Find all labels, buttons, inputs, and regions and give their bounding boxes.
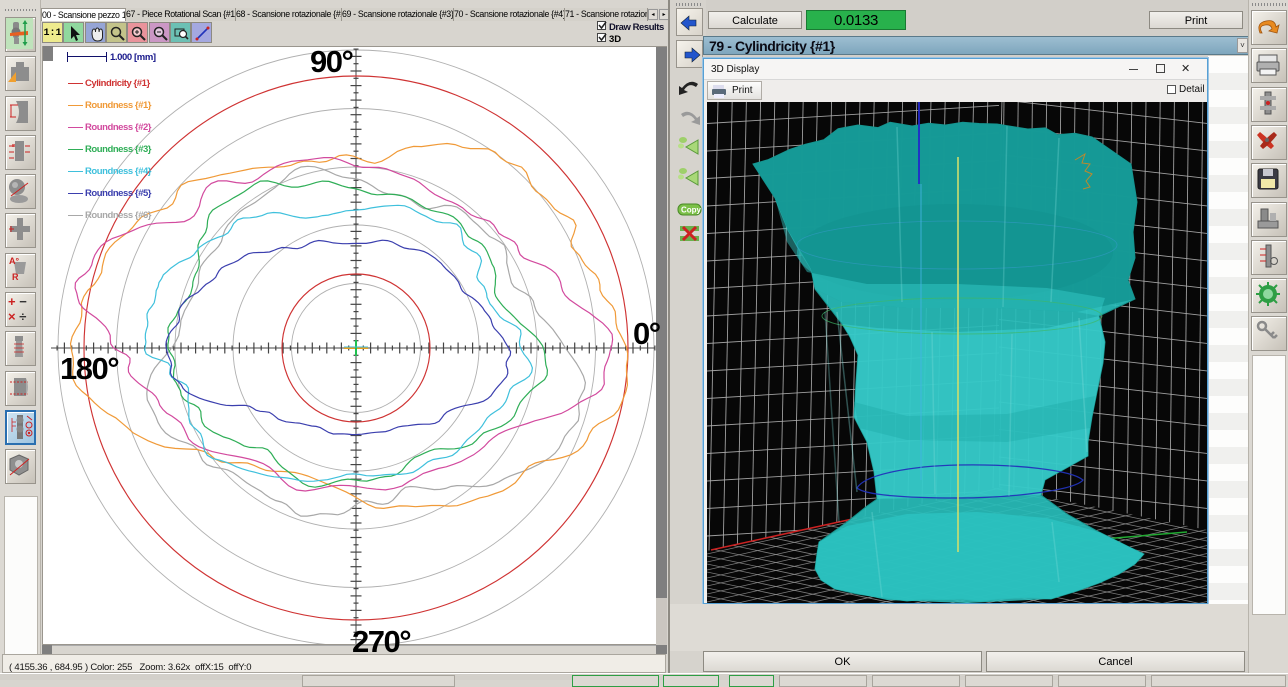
svg-text:A°: A° bbox=[9, 256, 19, 266]
svg-text:R: R bbox=[12, 272, 19, 282]
svg-text:Copy: Copy bbox=[681, 206, 702, 215]
